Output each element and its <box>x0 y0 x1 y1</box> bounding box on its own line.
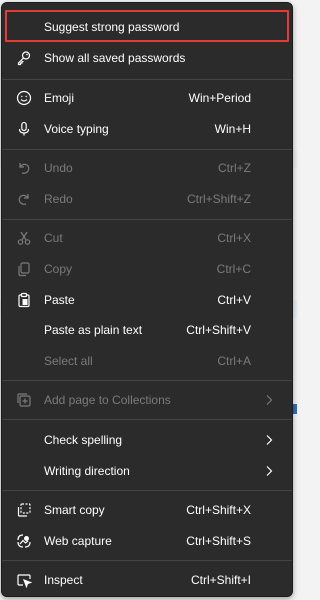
menu-item-inspect[interactable]: Inspect Ctrl+Shift+I <box>2 565 292 595</box>
menu-item-label: Voice typing <box>44 122 109 136</box>
menu-item-undo[interactable]: Undo Ctrl+Z <box>2 153 292 183</box>
menu-item-voice-typing[interactable]: Voice typing Win+H <box>2 114 292 144</box>
menu-item-label: Emoji <box>44 91 75 105</box>
menu-item-shortcut: Ctrl+Shift+Z <box>186 192 251 206</box>
menu-item-label: Paste <box>44 293 75 307</box>
menu-item-smart-copy[interactable]: Smart copy Ctrl+Shift+X <box>2 495 292 525</box>
scissors-icon <box>16 230 32 246</box>
separator <box>2 219 292 220</box>
menu-item-add-to-collections[interactable]: Add page to Collections <box>2 385 292 415</box>
menu-item-label: Cut <box>44 231 63 245</box>
menu-item-web-capture[interactable]: Web capture Ctrl+Shift+S <box>2 526 292 556</box>
undo-icon <box>16 160 32 176</box>
separator <box>2 560 292 561</box>
menu-item-label: Check spelling <box>44 433 123 447</box>
menu-item-cut[interactable]: Cut Ctrl+X <box>2 223 292 253</box>
menu-item-shortcut: Ctrl+Shift+X <box>186 503 251 517</box>
context-menu: Suggest strong password Show all saved p… <box>1 2 293 597</box>
menu-item-label: Copy <box>44 262 73 276</box>
menu-item-label: Select all <box>44 354 93 368</box>
menu-item-shortcut: Ctrl+Shift+S <box>186 534 251 548</box>
inspect-icon <box>16 572 32 588</box>
menu-item-label: Web capture <box>44 534 112 548</box>
chevron-right-icon <box>264 394 274 406</box>
menu-item-label: Paste as plain text <box>44 323 143 337</box>
redo-icon <box>16 191 32 207</box>
web-capture-icon <box>16 533 32 549</box>
menu-item-shortcut: Ctrl+A <box>217 354 251 368</box>
menu-item-emoji[interactable]: Emoji Win+Period <box>2 83 292 113</box>
menu-item-shortcut: Ctrl+Shift+I <box>190 573 251 587</box>
emoji-icon <box>16 90 32 106</box>
menu-item-show-saved-passwords[interactable]: Show all saved passwords <box>2 43 292 73</box>
chevron-right-icon <box>264 465 274 477</box>
menu-item-label: Undo <box>44 161 73 175</box>
menu-item-shortcut: Ctrl+V <box>217 293 251 307</box>
menu-item-shortcut: Ctrl+C <box>216 262 251 276</box>
menu-item-label: Show all saved passwords <box>44 51 186 65</box>
menu-item-label: Add page to Collections <box>44 393 171 407</box>
separator <box>2 79 292 80</box>
microphone-icon <box>16 121 32 137</box>
key-icon <box>16 50 32 66</box>
menu-item-select-all[interactable]: Select all Ctrl+A <box>2 346 292 376</box>
separator <box>2 419 292 420</box>
menu-item-writing-direction[interactable]: Writing direction <box>2 456 292 486</box>
menu-item-label: Inspect <box>44 573 83 587</box>
chevron-right-icon <box>264 434 274 446</box>
collections-icon <box>16 392 32 408</box>
clipboard-icon <box>16 292 32 308</box>
separator <box>2 490 292 491</box>
separator <box>2 380 292 381</box>
menu-item-redo[interactable]: Redo Ctrl+Shift+Z <box>2 184 292 214</box>
menu-item-check-spelling[interactable]: Check spelling <box>2 425 292 455</box>
menu-item-shortcut: Ctrl+X <box>217 231 251 245</box>
menu-item-shortcut: Ctrl+Z <box>218 161 251 175</box>
menu-item-shortcut: Win+Period <box>188 91 251 105</box>
menu-item-shortcut: Win+H <box>214 122 251 136</box>
menu-item-label: Writing direction <box>44 464 130 478</box>
highlight-outline <box>5 10 289 42</box>
menu-item-label: Smart copy <box>44 503 105 517</box>
menu-item-shortcut: Ctrl+Shift+V <box>186 323 251 337</box>
menu-item-paste-plain-text[interactable]: Paste as plain text Ctrl+Shift+V <box>2 315 292 345</box>
separator <box>2 149 292 150</box>
menu-item-label: Redo <box>44 192 73 206</box>
smart-copy-icon <box>16 502 32 518</box>
menu-item-paste[interactable]: Paste Ctrl+V <box>2 285 292 315</box>
copy-icon <box>16 261 32 277</box>
menu-item-copy[interactable]: Copy Ctrl+C <box>2 254 292 284</box>
